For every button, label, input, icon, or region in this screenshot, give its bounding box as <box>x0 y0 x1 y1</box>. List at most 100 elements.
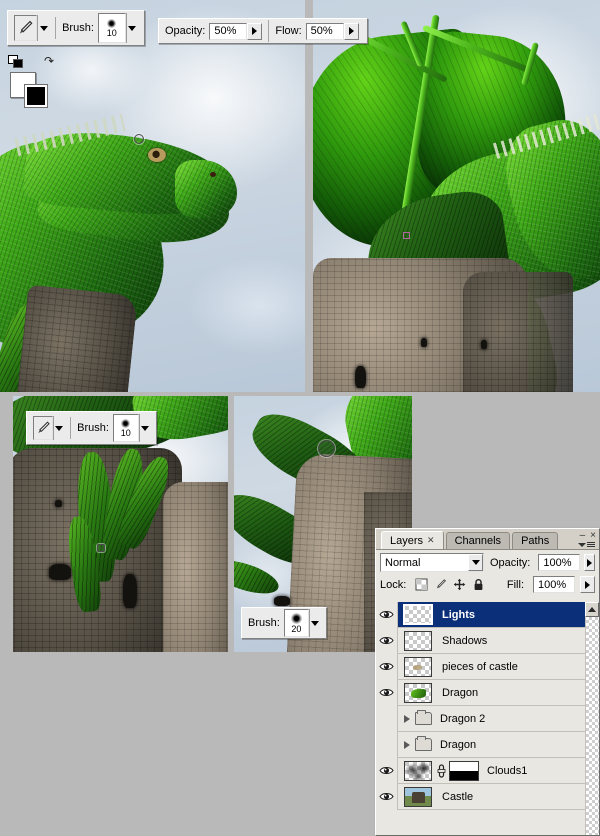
blend-mode-dropdown-arrow[interactable] <box>468 554 483 571</box>
brush-size-dropdown[interactable] <box>138 414 150 442</box>
chevron-down-icon <box>39 25 48 31</box>
thumbnail-image <box>403 786 432 807</box>
lock-fill-row: Lock: Fill: 100% <box>376 574 599 596</box>
brush-tip-icon <box>107 18 117 28</box>
visibility-icon[interactable] <box>379 687 394 698</box>
layer-visibility-toggle[interactable] <box>376 602 398 628</box>
brush-tool-button[interactable] <box>14 15 37 41</box>
close-button[interactable]: × <box>590 530 596 541</box>
layers-panel[interactable]: Layers ✕ Channels Paths – × Normal Opaci… <box>375 528 600 836</box>
layer-thumbnail[interactable] <box>398 656 434 677</box>
tool-preset-dropdown[interactable] <box>36 15 50 41</box>
brush-size-preview[interactable]: 20 <box>283 609 309 637</box>
visibility-icon[interactable] <box>379 661 394 672</box>
layer-row[interactable]: pieces of castle <box>376 653 599 680</box>
tab-channels-label: Channels <box>454 535 502 547</box>
visibility-icon[interactable] <box>379 635 394 646</box>
layer-opacity-input[interactable]: 100% <box>538 554 581 571</box>
layer-name: pieces of castle <box>442 660 518 673</box>
menu-lines-icon <box>587 542 595 547</box>
opacity-stepper[interactable] <box>247 22 263 40</box>
divider <box>55 17 57 39</box>
swap-colors-icon[interactable]: ↷ <box>44 55 54 67</box>
brush-size-preview[interactable]: 10 <box>112 414 139 442</box>
brush-size-dropdown[interactable] <box>125 13 139 43</box>
layer-visibility-toggle[interactable] <box>376 679 398 706</box>
scroll-up-icon <box>588 607 596 612</box>
flow-stepper[interactable] <box>343 22 359 40</box>
default-colors-icon[interactable] <box>8 55 24 68</box>
close-icon[interactable]: ✕ <box>427 535 435 546</box>
window-controls: – × <box>580 530 596 541</box>
layer-mask-thumbnail[interactable] <box>449 760 479 781</box>
options-bar-opacity-flow[interactable]: Opacity: 50% Flow: 50% <box>158 18 368 44</box>
layer-thumbnail[interactable] <box>398 786 434 807</box>
folder-icon <box>415 710 432 725</box>
scroll-up-button[interactable] <box>585 602 599 617</box>
blend-opacity-row: Normal Opacity: 100% <box>376 550 599 574</box>
tab-paths[interactable]: Paths <box>512 532 559 549</box>
tower-window <box>274 596 290 606</box>
chevron-down-icon <box>578 542 586 547</box>
layer-row[interactable]: Dragon <box>376 731 599 758</box>
chevron-right-icon <box>348 27 354 35</box>
layer-row[interactable]: Clouds1 <box>376 757 599 784</box>
lock-position-icon[interactable] <box>453 578 466 591</box>
canvas-dragon-wings-tower[interactable] <box>313 0 600 392</box>
brush-preset-dropdown[interactable] <box>53 416 65 440</box>
layer-group-thumbnail[interactable] <box>398 710 432 725</box>
layer-visibility-toggle[interactable] <box>376 627 398 654</box>
panel-menu-icon[interactable] <box>578 542 595 547</box>
layers-scrollbar[interactable] <box>585 602 599 835</box>
expand-triangle-icon[interactable] <box>404 740 410 749</box>
layer-opacity-stepper[interactable] <box>584 554 595 571</box>
layer-thumbnail[interactable] <box>398 682 434 703</box>
layer-row[interactable]: Shadows <box>376 627 599 654</box>
layer-visibility-toggle[interactable] <box>376 757 398 784</box>
visibility-icon[interactable] <box>379 791 394 802</box>
lock-label: Lock: <box>380 578 407 591</box>
layer-row[interactable]: Dragon 2 <box>376 705 599 732</box>
tower-window <box>481 340 487 349</box>
chevron-down-icon <box>310 620 319 626</box>
brush-size-preview[interactable]: 10 <box>97 13 126 43</box>
flow-input[interactable]: 50% <box>305 22 344 40</box>
brush-options-widget-3[interactable]: Brush: 20 <box>241 607 327 639</box>
tab-layers[interactable]: Layers ✕ <box>381 531 444 549</box>
visibility-icon[interactable] <box>379 609 394 620</box>
brush-size-value: 10 <box>106 27 117 38</box>
blend-mode-select[interactable]: Normal <box>380 553 484 572</box>
layer-fill-stepper[interactable] <box>580 576 595 593</box>
layer-thumbnail[interactable] <box>398 760 434 781</box>
layers-list[interactable]: Lights Shadows pieces of castle Dragon Drago… <box>376 602 599 835</box>
default-background-swatch <box>13 59 23 68</box>
visibility-icon[interactable] <box>379 765 394 776</box>
layer-thumbnail[interactable] <box>398 630 434 651</box>
layer-visibility-toggle[interactable] <box>376 705 398 732</box>
layer-row[interactable]: Castle <box>376 783 599 810</box>
link-icon[interactable] <box>437 763 446 778</box>
lock-all-icon[interactable] <box>472 578 485 591</box>
background-color-swatch[interactable] <box>24 84 48 108</box>
layer-visibility-toggle[interactable] <box>376 783 398 810</box>
lock-transparency-icon[interactable] <box>415 578 428 591</box>
layer-group-thumbnail[interactable] <box>398 736 432 751</box>
layer-row[interactable]: Lights <box>376 602 599 628</box>
options-bar-brush[interactable]: Brush: 10 <box>7 10 145 46</box>
color-swatch-widget[interactable]: ↷ <box>8 55 54 108</box>
tab-channels[interactable]: Channels <box>445 532 511 549</box>
brush-size-dropdown[interactable] <box>308 609 320 637</box>
minimize-button[interactable]: – <box>580 530 586 541</box>
layer-row[interactable]: Dragon <box>376 679 599 706</box>
layer-fill-input[interactable]: 100% <box>533 576 575 593</box>
opacity-input[interactable]: 50% <box>209 22 248 40</box>
tower-window <box>355 366 366 388</box>
layer-visibility-toggle[interactable] <box>376 653 398 680</box>
expand-triangle-icon[interactable] <box>404 714 410 723</box>
brush-options-widget-2[interactable]: Brush: 10 <box>26 411 157 445</box>
brush-tool-button[interactable] <box>33 416 53 440</box>
layer-thumbnail[interactable] <box>398 604 434 625</box>
canvas-dragon-claws-tower[interactable]: Brush: 10 <box>13 396 228 652</box>
lock-image-pixels-icon[interactable] <box>434 578 447 591</box>
layer-visibility-toggle[interactable] <box>376 731 398 758</box>
